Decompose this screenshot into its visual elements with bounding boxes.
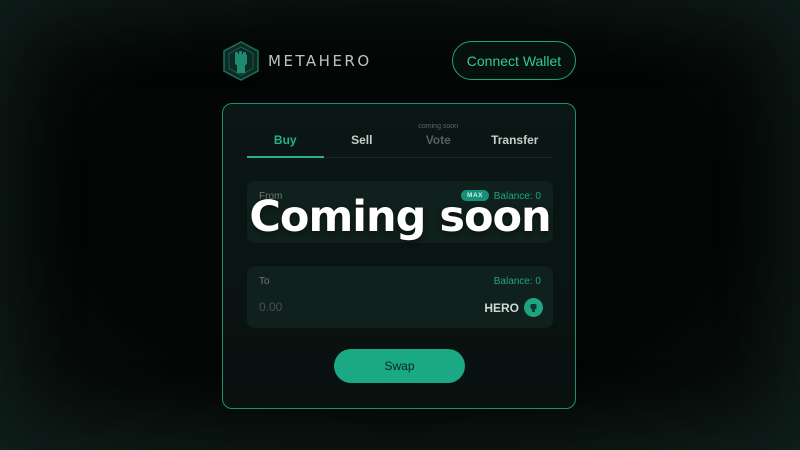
brand[interactable]: METAHERO xyxy=(222,41,372,81)
to-amount-input[interactable] xyxy=(259,300,409,314)
to-token-selector[interactable]: HERO xyxy=(484,298,543,317)
to-balance: Balance: 0 xyxy=(493,276,541,287)
coming-soon-overlay: Coming soon xyxy=(249,192,551,242)
swap-button[interactable]: Swap xyxy=(334,349,465,383)
connect-wallet-button[interactable]: Connect Wallet xyxy=(452,41,576,80)
tab-buy-label: Buy xyxy=(273,133,297,147)
to-label: To xyxy=(259,276,270,287)
tab-bar: Buy Sell coming soon Vote Transfer xyxy=(247,122,553,158)
tab-sell[interactable]: Sell xyxy=(324,122,401,157)
hero-token-icon xyxy=(524,298,543,317)
tab-vote-label: Vote xyxy=(425,133,451,147)
tab-transfer-label: Transfer xyxy=(491,133,539,147)
tab-transfer[interactable]: Transfer xyxy=(477,122,554,157)
to-token-symbol: HERO xyxy=(484,300,519,315)
tab-buy[interactable]: Buy xyxy=(247,122,324,158)
brand-name: METAHERO xyxy=(268,52,372,70)
metahero-shield-icon xyxy=(223,41,259,81)
tab-sell-label: Sell xyxy=(351,133,373,147)
to-panel: To Balance: 0 HERO xyxy=(247,266,553,328)
tab-vote[interactable]: coming soon Vote xyxy=(400,122,477,157)
tab-vote-note: coming soon xyxy=(418,123,459,130)
swap-card: Buy Sell coming soon Vote Transfer From … xyxy=(222,103,576,409)
